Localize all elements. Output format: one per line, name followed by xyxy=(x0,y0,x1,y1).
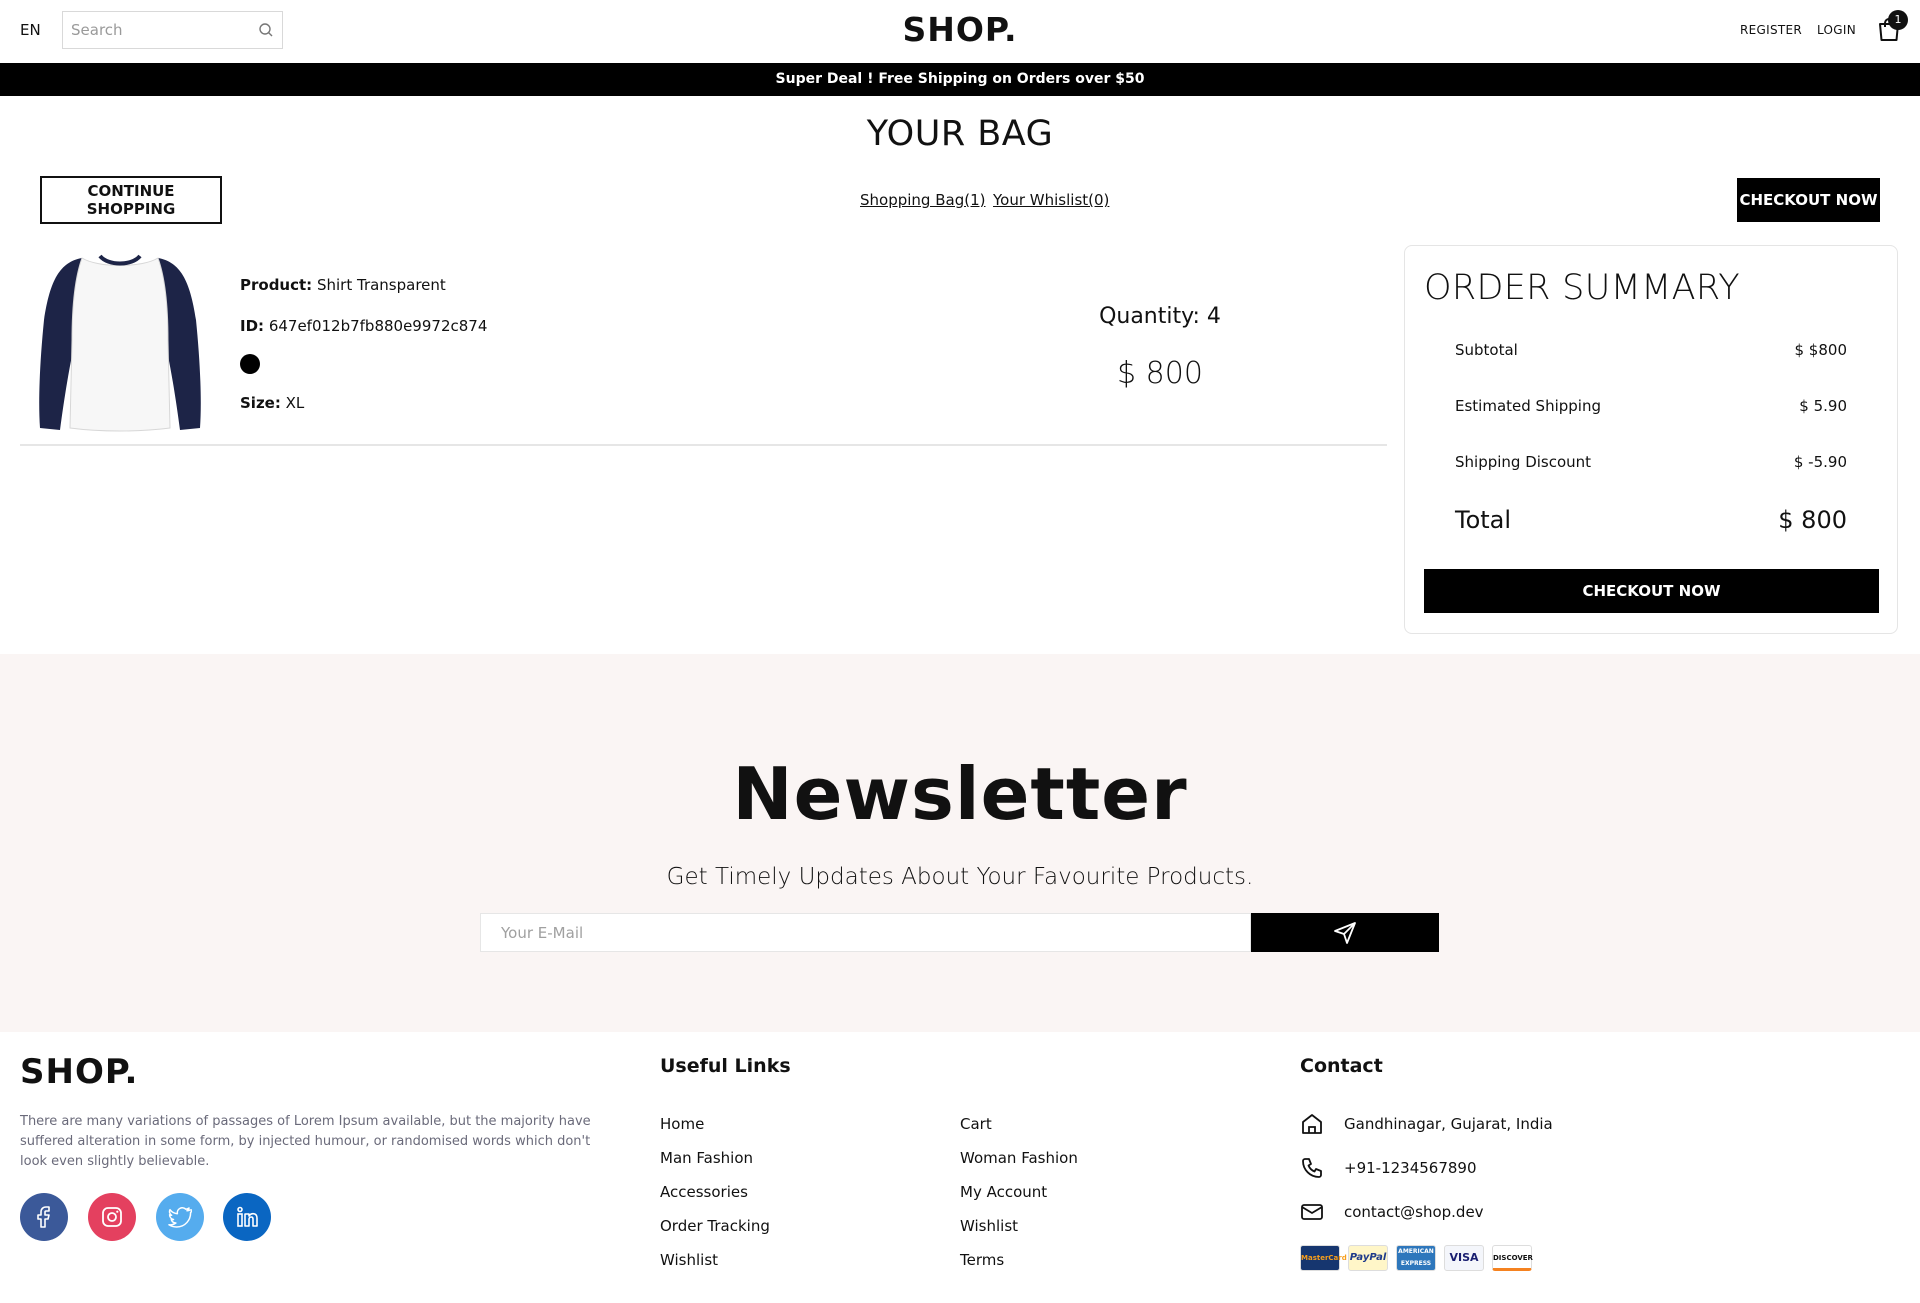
footer-link-wishlist-2[interactable]: Wishlist xyxy=(960,1217,1018,1235)
footer-link-man-fashion[interactable]: Man Fashion xyxy=(660,1149,753,1167)
product-id-line: ID: 647ef012b7fb880e9972c874 xyxy=(240,317,487,335)
footer-description: There are many variations of passages of… xyxy=(20,1114,591,1169)
product-name-line: Product: Shirt Transparent xyxy=(240,276,446,294)
product-name: Shirt Transparent xyxy=(316,276,446,294)
order-summary-title: ORDER SUMMARY xyxy=(1424,268,1740,308)
brand-logo[interactable]: SHOP. xyxy=(0,10,1920,49)
useful-links-title: Useful Links xyxy=(660,1055,791,1077)
item-divider xyxy=(20,444,1387,446)
order-summary-panel: ORDER SUMMARY Subtotal $ $800 Estimated … xyxy=(1404,245,1898,634)
product-image xyxy=(39,254,201,432)
footer-link-home[interactable]: Home xyxy=(660,1115,704,1133)
contact-email: contact@shop.dev xyxy=(1344,1203,1484,1221)
newsletter-subtitle: Get Timely Updates About Your Favourite … xyxy=(666,864,1254,890)
visa-icon: VISA xyxy=(1444,1245,1484,1271)
home-icon xyxy=(1302,1114,1322,1134)
footer-link-woman-fashion[interactable]: Woman Fashion xyxy=(960,1149,1078,1167)
linkedin-button[interactable] xyxy=(223,1193,271,1241)
footer-logo: SHOP. xyxy=(20,1052,139,1092)
summary-row-shipping: Estimated Shipping $ 5.90 xyxy=(1455,397,1847,415)
contact-phone: +91-1234567890 xyxy=(1344,1159,1477,1177)
footer-link-accessories[interactable]: Accessories xyxy=(660,1183,748,1201)
continue-shopping-button[interactable]: CONTINUE SHOPPING xyxy=(40,176,222,224)
paypal-icon: PayPal xyxy=(1348,1245,1388,1271)
phone-icon xyxy=(1302,1158,1322,1178)
summary-label: Subtotal xyxy=(1455,341,1518,359)
summary-label: Shipping Discount xyxy=(1455,453,1592,471)
wishlist-link[interactable]: Your Whislist(0) xyxy=(993,191,1109,209)
summary-row-total: Total $ 800 xyxy=(1455,506,1847,534)
send-icon xyxy=(1334,922,1356,944)
mastercard-icon: MasterCard xyxy=(1300,1245,1347,1271)
summary-label: Estimated Shipping xyxy=(1455,397,1601,415)
summary-value: $ $800 xyxy=(1794,341,1848,359)
facebook-button[interactable] xyxy=(20,1193,68,1241)
announcement-bar: Super Deal ! Free Shipping on Orders ove… xyxy=(0,63,1920,96)
amex-icon: AMERICAN EXPRESS xyxy=(1396,1245,1436,1271)
cart-count-badge: 1 xyxy=(1888,10,1908,30)
footer-link-wishlist[interactable]: Wishlist xyxy=(660,1251,718,1269)
id-label: ID: xyxy=(240,317,265,335)
footer-link-cart[interactable]: Cart xyxy=(960,1115,992,1133)
discover-icon: DISCOVER xyxy=(1492,1245,1533,1271)
summary-value: $ 5.90 xyxy=(1799,397,1847,415)
register-link[interactable]: REGISTER xyxy=(1740,23,1802,37)
facebook-icon xyxy=(37,1206,50,1228)
product-label: Product: xyxy=(240,276,313,294)
summary-row-discount: Shipping Discount $ -5.90 xyxy=(1455,453,1847,471)
total-value: $ 800 xyxy=(1778,506,1847,534)
product-quantity: Quantity: 4 xyxy=(1099,304,1221,329)
total-label: Total xyxy=(1455,506,1512,534)
product-size: XL xyxy=(285,394,305,412)
product-color-swatch xyxy=(240,354,260,374)
instagram-button[interactable] xyxy=(88,1193,136,1241)
product-price: $ 800 xyxy=(1117,356,1203,391)
page-title: YOUR BAG xyxy=(866,114,1054,154)
summary-value: $ -5.90 xyxy=(1793,453,1847,471)
checkout-now-button[interactable]: CHECKOUT NOW xyxy=(1424,569,1879,613)
footer-link-terms[interactable]: Terms xyxy=(960,1251,1004,1269)
twitter-button[interactable] xyxy=(156,1193,204,1241)
newsletter-title: Newsletter xyxy=(732,752,1188,836)
top-navbar: EN SHOP. REGISTER LOGIN 1 xyxy=(0,0,1920,63)
mail-icon xyxy=(1301,1204,1323,1220)
summary-row-subtotal: Subtotal $ $800 xyxy=(1455,341,1847,359)
login-link[interactable]: LOGIN xyxy=(1817,23,1856,37)
linkedin-icon xyxy=(237,1206,258,1227)
size-label: Size: xyxy=(240,394,281,412)
footer-link-order-tracking[interactable]: Order Tracking xyxy=(660,1217,770,1235)
contact-address: Gandhinagar, Gujarat, India xyxy=(1344,1115,1553,1133)
checkout-now-button-top[interactable]: CHECKOUT NOW xyxy=(1737,178,1880,222)
footer-link-my-account[interactable]: My Account xyxy=(960,1183,1047,1201)
shopping-bag-link[interactable]: Shopping Bag(1) xyxy=(860,191,985,209)
product-size-line: Size: XL xyxy=(240,394,304,412)
product-id: 647ef012b7fb880e9972c874 xyxy=(268,317,488,335)
twitter-icon xyxy=(168,1207,192,1228)
newsletter-section: Newsletter Get Timely Updates About Your… xyxy=(0,654,1920,1032)
contact-title: Contact xyxy=(1300,1055,1383,1077)
newsletter-send-button[interactable] xyxy=(1251,913,1439,952)
newsletter-email-input[interactable] xyxy=(480,913,1251,952)
instagram-icon xyxy=(102,1207,122,1227)
